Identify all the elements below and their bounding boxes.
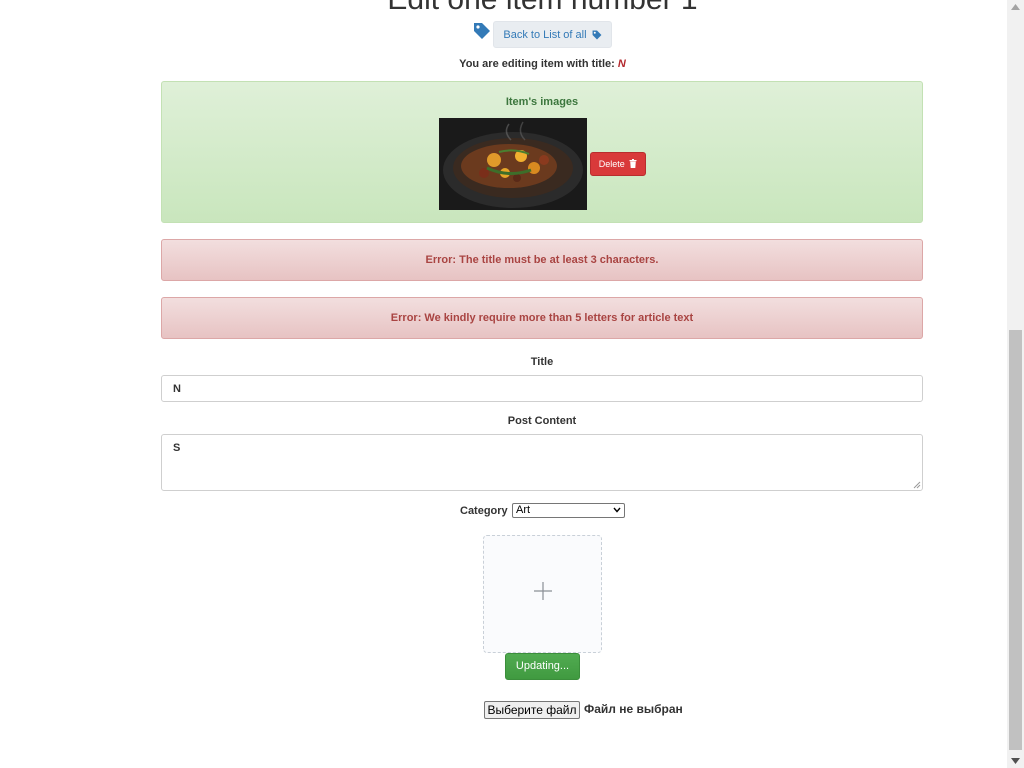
plus-icon bbox=[534, 582, 552, 600]
editing-notice: You are editing item with title: N bbox=[0, 58, 1024, 70]
chevron-down-icon bbox=[613, 507, 621, 513]
images-panel: Item's images Delete bbox=[161, 81, 923, 223]
page: Edit one item number 1 Back to List of a… bbox=[0, 0, 1007, 768]
resize-handle-icon[interactable] bbox=[913, 481, 921, 489]
back-to-list-button[interactable]: Back to List of all bbox=[493, 21, 612, 48]
content-textarea[interactable]: S bbox=[161, 434, 923, 491]
image-upload-dropzone[interactable] bbox=[483, 535, 602, 653]
delete-image-label: Delete bbox=[598, 159, 625, 169]
scroll-down-arrow-icon[interactable] bbox=[1011, 758, 1020, 764]
tag-icon bbox=[592, 30, 602, 40]
title-label: Title bbox=[530, 356, 554, 368]
editing-title: N bbox=[617, 58, 626, 70]
item-image bbox=[439, 118, 587, 210]
choose-file-button[interactable]: Выберите файл bbox=[484, 701, 580, 719]
tag-icon bbox=[474, 23, 490, 39]
update-button[interactable]: Updating... bbox=[505, 653, 580, 680]
category-selected: Art bbox=[516, 504, 531, 516]
file-status: Файл не выбран bbox=[584, 702, 683, 716]
images-panel-title: Item's images bbox=[505, 96, 579, 108]
delete-image-button[interactable]: Delete bbox=[590, 152, 646, 176]
scroll-up-arrow-icon[interactable] bbox=[1011, 4, 1020, 10]
vertical-scrollbar[interactable] bbox=[1007, 0, 1024, 768]
title-input[interactable]: N bbox=[161, 375, 923, 402]
page-heading: Edit one item number 1 bbox=[0, 0, 1024, 18]
editing-prefix: You are editing item with title: bbox=[459, 58, 615, 70]
trash-icon bbox=[629, 159, 637, 168]
back-to-list-label: Back to List of all bbox=[503, 29, 587, 41]
error-alert: Error: The title must be at least 3 char… bbox=[161, 239, 923, 281]
scrollbar-thumb[interactable] bbox=[1009, 330, 1022, 750]
content-label: Post Content bbox=[507, 415, 577, 427]
category-select[interactable]: Art bbox=[512, 503, 625, 518]
error-alert: Error: We kindly require more than 5 let… bbox=[161, 297, 923, 339]
content-value: S bbox=[173, 442, 181, 454]
category-label: Category bbox=[460, 505, 508, 517]
